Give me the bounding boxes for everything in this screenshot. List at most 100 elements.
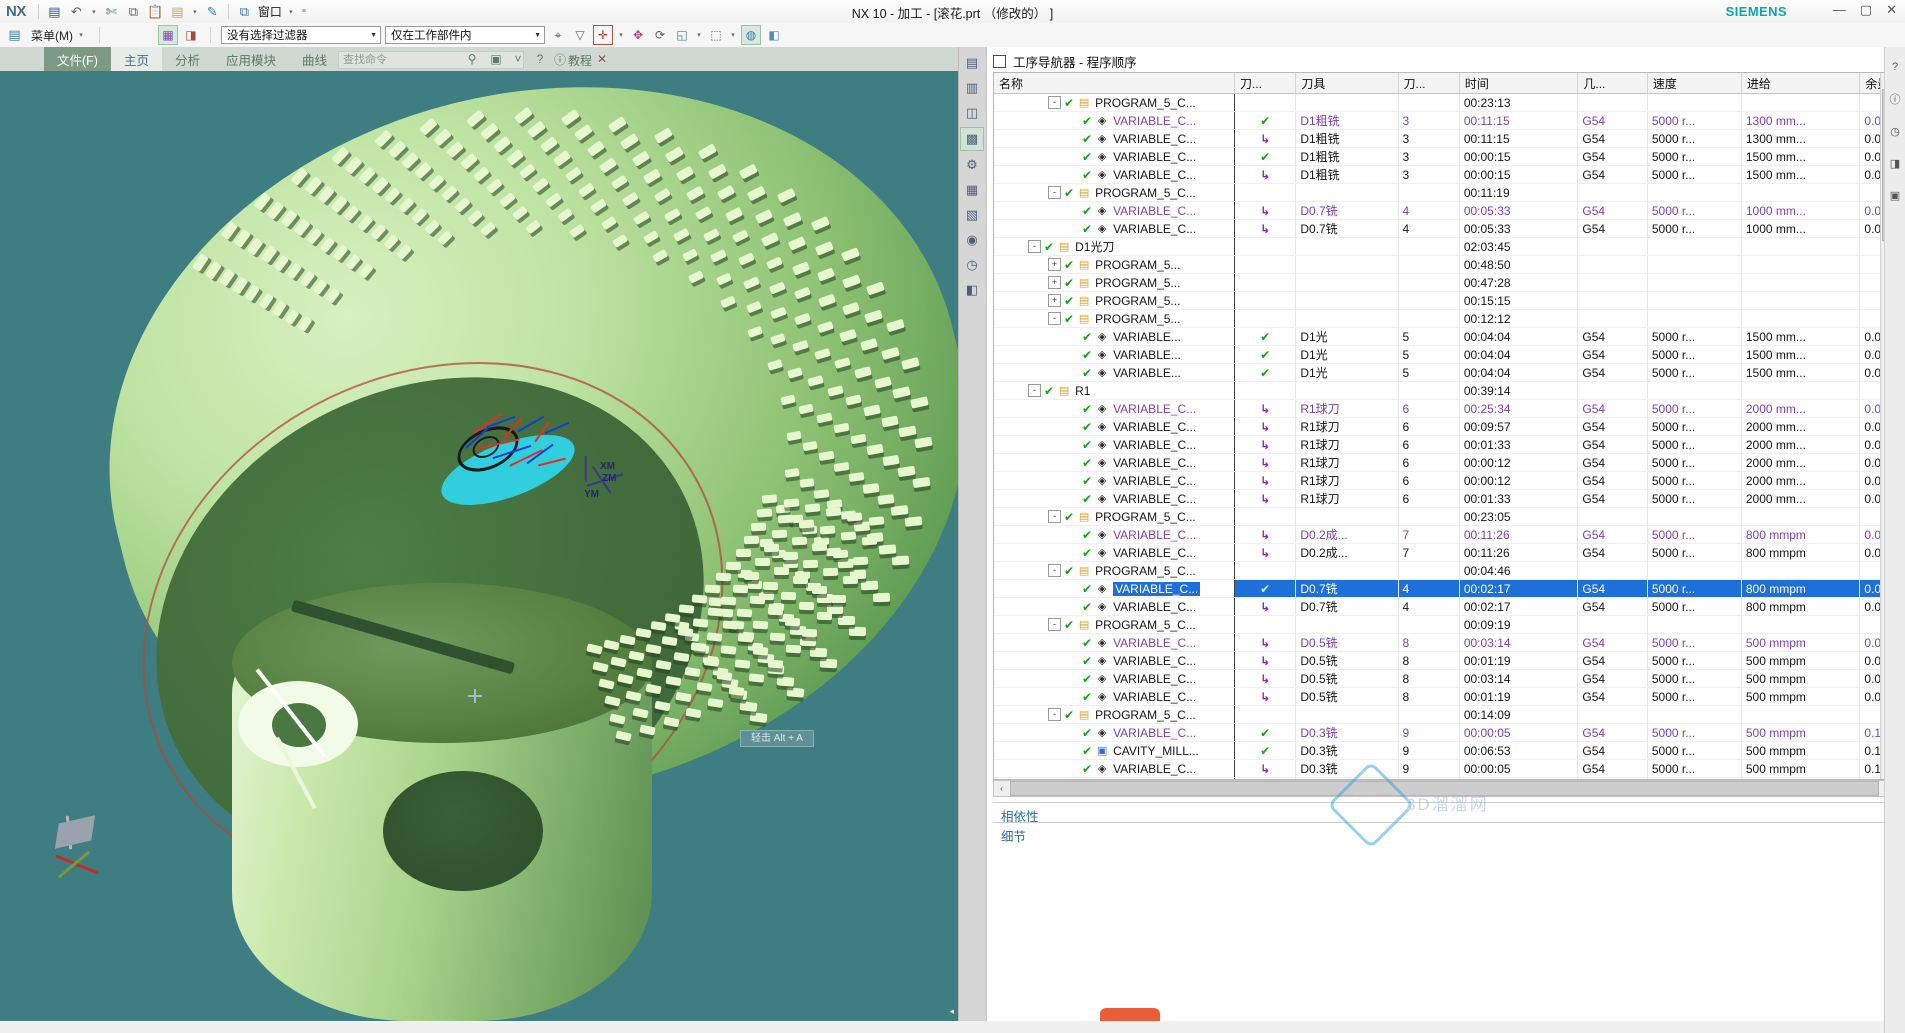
cell-name[interactable]: - ✔ ▤ PROGRAM_5_C... — [994, 93, 1236, 112]
table-row[interactable]: - ✔ ▤ PROGRAM_5_C... 00:11:19 — [994, 183, 1895, 202]
table-row[interactable]: - ✔ ▤ PROGRAM_5_C... 00:09:19 — [994, 615, 1895, 634]
cell-name[interactable]: ✔ ◈ VARIABLE_C... — [994, 633, 1236, 652]
table-row[interactable]: ✔ ◈ VARIABLE_C... ↳ R1球刀 6 00:00:12 G54 5000 r..… — [994, 471, 1895, 490]
transform-icon[interactable]: ⟳ — [651, 26, 669, 44]
save-icon[interactable]: ▤ — [46, 3, 63, 20]
help-rail-icon[interactable]: ? — [1887, 59, 1903, 75]
table-row[interactable]: ✔ ◈ VARIABLE_C... ↳ R1球刀 6 00:25:34 G54 5000 r..… — [994, 399, 1895, 418]
table-row[interactable]: - ✔ ▤ PROGRAM_5... 00:12:12 — [994, 309, 1895, 328]
cell-name[interactable]: + ✔ ▤ PROGRAM_5... — [994, 273, 1236, 292]
menu-icon[interactable]: ▤ — [6, 27, 23, 44]
cell-name[interactable]: ✔ ◈ VARIABLE_C... — [994, 543, 1236, 562]
search-icon[interactable]: ⚲ — [463, 50, 481, 68]
paste-chevron-down-icon[interactable]: ▾ — [191, 8, 199, 16]
web-browser-icon[interactable]: ◉ — [961, 229, 983, 251]
cell-name[interactable]: - ✔ ▤ PROGRAM_5_C... — [994, 705, 1236, 724]
viewport-collapse-icon[interactable]: ◂ — [949, 1006, 954, 1017]
cell-name[interactable]: ✔ ◈ VARIABLE_C... — [994, 759, 1236, 778]
table-row[interactable]: ✔ ◈ VARIABLE_C... ↳ R1球刀 6 00:01:33 G54 5000 r..… — [994, 435, 1895, 454]
minimize-button[interactable]: — — [1833, 3, 1846, 17]
collapse-toggle-icon[interactable]: - — [1048, 618, 1061, 631]
col-header-time[interactable]: 时间 — [1459, 73, 1579, 94]
scroll-left-button[interactable]: ‹ — [994, 782, 1009, 795]
table-row[interactable]: ✔ ◈ VARIABLE_C... ↳ D0.7铣 4 00:05:33 G54 5000 r.… — [994, 201, 1895, 220]
cell-name[interactable]: ✔ ◈ VARIABLE_C... — [994, 111, 1236, 130]
cell-name[interactable]: ✔ ◈ VARIABLE... — [994, 345, 1236, 364]
cell-name[interactable]: ✔ ◈ VARIABLE_C... — [994, 669, 1236, 688]
cell-name[interactable]: ✔ ◈ VARIABLE_C... — [994, 687, 1236, 706]
cell-name[interactable]: ✔ ◈ VARIABLE_C... — [994, 219, 1236, 238]
constraint-navigator-icon[interactable]: ◫ — [961, 102, 983, 124]
info-icon[interactable]: ⓘ — [551, 50, 569, 68]
cell-name[interactable]: ✔ ◈ VARIABLE_C... — [994, 201, 1236, 220]
table-row[interactable]: ✔ ◈ VARIABLE_C... ↳ D0.5铣 8 00:01:19 G54 5000 r.… — [994, 651, 1895, 670]
table-row[interactable]: + ✔ ▤ PROGRAM_5... 00:15:15 — [994, 291, 1895, 310]
collapse-toggle-icon[interactable]: - — [1048, 564, 1061, 577]
table-row[interactable]: + ✔ ▤ PROGRAM_5... 00:48:50 — [994, 255, 1895, 274]
snap-point-icon[interactable]: ⌖ — [549, 26, 567, 44]
table-row[interactable]: + ✔ ▤ PROGRAM_5... 00:47:28 — [994, 273, 1895, 292]
table-row[interactable]: ✔ ◈ VARIABLE_C... ↳ R1球刀 6 00:01:33 G54 5000 r..… — [994, 489, 1895, 508]
snap-filter-icon[interactable]: ▽ — [571, 26, 589, 44]
table-row[interactable]: ✔ ◈ VARIABLE_C... ✔ D1粗铣 3 00:11:15 G54 5000 r..… — [994, 111, 1895, 130]
cell-name[interactable]: + ✔ ▤ PROGRAM_5... — [994, 291, 1236, 310]
paste-icon[interactable]: 📋 — [147, 3, 164, 20]
navigator-pin-icon[interactable] — [993, 54, 1006, 68]
window-menu-label[interactable]: 窗口 — [258, 3, 282, 20]
tutorial-link[interactable]: 教程 — [568, 52, 592, 69]
roles-icon[interactable]: ◧ — [961, 279, 983, 301]
assembly-navigator-icon[interactable]: ▤ — [961, 52, 983, 74]
table-row[interactable]: ✔ ◈ VARIABLE_C... ✔ D0.3铣 9 00:00:05 G54 5000 r.… — [994, 723, 1895, 742]
graphics-viewport[interactable]: XM ZM YM 轻击 Alt + A ◂ — [0, 71, 958, 1021]
cell-name[interactable]: - ✔ ▤ PROGRAM_5_C... — [994, 561, 1236, 580]
table-row[interactable]: - ✔ ▤ PROGRAM_5_C... 00:23:05 — [994, 507, 1895, 526]
collapse-toggle-icon[interactable]: - — [1048, 96, 1061, 109]
marquee-select-icon[interactable]: ⬚ — [707, 26, 725, 44]
menu-button[interactable]: 菜单(M) ▾ — [27, 26, 89, 45]
collapse-toggle-icon[interactable]: - — [1028, 240, 1041, 253]
cell-name[interactable]: ✔ ◈ VARIABLE_C... — [994, 471, 1236, 490]
cell-name[interactable]: - ✔ ▤ PROGRAM_5_C... — [994, 507, 1236, 526]
table-row[interactable]: ✔ ◈ VARIABLE_C... ↳ D0.7铣 4 00:02:17 G54 5000 r.… — [994, 597, 1895, 616]
restore-window-icon[interactable]: ▣ — [487, 50, 505, 68]
paste-special-icon[interactable]: ▤ — [169, 3, 186, 20]
col-header-geometry[interactable]: 几... — [1577, 73, 1648, 94]
cell-name[interactable]: - ✔ ▤ PROGRAM_5... — [994, 309, 1236, 328]
table-row[interactable]: - ✔ ▤ R1 00:39:14 — [994, 381, 1895, 400]
cut-icon[interactable]: ✄ — [103, 3, 120, 20]
cell-name[interactable]: ✔ ◈ VARIABLE... — [994, 363, 1236, 382]
table-row[interactable]: - ✔ ▤ PROGRAM_5_C... 00:14:09 — [994, 705, 1895, 724]
collapse-toggle-icon[interactable]: - — [1028, 384, 1041, 397]
table-row[interactable]: ✔ ◈ VARIABLE_C... ✔ D0.7铣 4 00:02:17 G54 5000 r.… — [994, 579, 1895, 598]
cell-name[interactable]: ✔ ◈ VARIABLE_C... — [994, 723, 1236, 742]
col-header-tool[interactable]: 刀具 — [1295, 73, 1399, 94]
table-row[interactable]: ✔ ◈ VARIABLE_C... ↳ D0.5铣 8 00:03:14 G54 5000 r.… — [994, 633, 1895, 652]
table-row[interactable]: ✔ ◈ VARIABLE_C... ↳ R1球刀 6 00:09:57 G54 5000 r..… — [994, 417, 1895, 436]
shaded-view-icon[interactable]: ◧ — [765, 26, 783, 44]
window-chevron-down-icon[interactable]: ▾ — [287, 8, 295, 16]
table-row[interactable]: ✔ ◈ VARIABLE_C... ↳ D0.2成... 7 00:11:26 G54 5000… — [994, 525, 1895, 544]
cell-name[interactable]: - ✔ ▤ PROGRAM_5_C... — [994, 615, 1236, 634]
close-button[interactable]: ✕ — [1886, 3, 1897, 17]
qat-overflow-icon[interactable]: ≡ — [300, 8, 308, 15]
machine-tool-view-icon[interactable]: ⚙ — [961, 154, 983, 176]
info-rail-icon[interactable]: ⓘ — [1887, 91, 1903, 107]
help-icon[interactable]: ? — [531, 50, 549, 68]
expand-toggle-icon[interactable]: + — [1048, 294, 1061, 307]
tab-home[interactable]: 主页 — [110, 47, 162, 71]
close-icon[interactable]: ✕ — [593, 50, 611, 68]
render-style-icon[interactable]: ◍ — [741, 25, 761, 45]
cell-name[interactable]: ✔ ◈ VARIABLE_C... — [994, 489, 1236, 508]
cell-name[interactable]: ✔ ◈ VARIABLE_C... — [994, 399, 1236, 418]
cell-name[interactable]: ✔ ◈ VARIABLE_C... — [994, 651, 1236, 670]
collapse-toggle-icon[interactable]: - — [1048, 312, 1061, 325]
expand-toggle-icon[interactable]: + — [1048, 258, 1061, 271]
window-icon[interactable]: ⧉ — [236, 3, 253, 20]
cell-name[interactable]: ✔ ◈ VARIABLE... — [994, 327, 1236, 346]
layer-rail-icon[interactable]: ◨ — [1887, 155, 1903, 171]
select-body-icon[interactable]: ◨ — [182, 26, 200, 44]
geometry-view-icon[interactable]: ▦ — [961, 179, 983, 201]
history-rail-icon[interactable]: ◷ — [1887, 123, 1903, 139]
table-row[interactable]: ✔ ◈ VARIABLE_C... ↳ R1球刀 6 00:00:12 G54 5000 r..… — [994, 453, 1895, 472]
table-row[interactable]: - ✔ ▤ PROGRAM_5_C... 00:23:13 — [994, 93, 1895, 112]
